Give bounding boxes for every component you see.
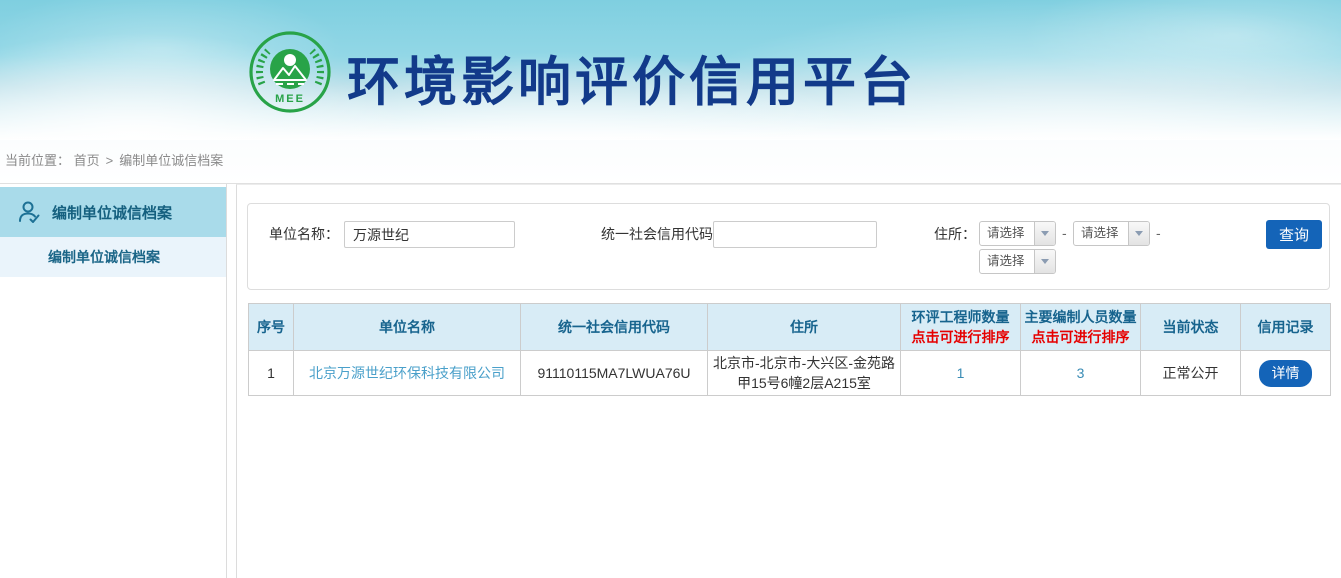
region-select-province[interactable]: 请选择 [979,221,1056,246]
table-header-row: 序号 单位名称 统一社会信用代码 住所 环评工程师数量 点击可进行排序 主要编制… [249,304,1331,351]
page-title: 环境影响评价信用平台 [347,40,917,116]
table-row: 1 北京万源世纪环保科技有限公司 91110115MA7LWUA76U 北京市-… [249,351,1331,396]
engineer-count-link[interactable]: 1 [957,365,965,381]
search-form: 单位名称： 统一社会信用代码： 住所： 请选择 - 请选择 - 请选择 查询 [247,203,1330,290]
company-name-link[interactable]: 北京万源世纪环保科技有限公司 [309,365,505,381]
sort-hint-text: 点击可进行排序 [901,327,1020,347]
dash-separator: - [1062,225,1067,241]
cell-unit-name: 北京万源世纪环保科技有限公司 [294,351,521,396]
sort-hint-text: 点击可进行排序 [1021,327,1140,347]
cell-index: 1 [249,351,294,396]
staff-count-link[interactable]: 3 [1077,365,1085,381]
header-unit-name: 单位名称 [294,304,521,351]
header-credit-record: 信用记录 [1241,304,1331,351]
header-engineer-count-sort[interactable]: 环评工程师数量 点击可进行排序 [901,304,1021,351]
page: MEE 环境影响评价信用平台 当前位置： 首页 > 编制单位诚信档案 编制单位诚信档… [0,0,1341,578]
mee-logo-icon: MEE [248,30,332,114]
svg-text:MEE: MEE [275,93,305,105]
query-button[interactable]: 查询 [1266,220,1322,249]
chevron-down-icon [1128,222,1149,245]
header-engineer-count-label: 环评工程师数量 [912,309,1010,325]
cell-credit-record: 详情 [1241,351,1331,396]
address-label: 住所： [934,220,976,248]
cell-credit-code: 91110115MA7LWUA76U [521,351,708,396]
header-staff-count-sort[interactable]: 主要编制人员数量 点击可进行排序 [1021,304,1141,351]
dash-separator: - [1156,225,1161,241]
breadcrumb-current: 编制单位诚信档案 [119,153,223,168]
cell-status: 正常公开 [1141,351,1241,396]
person-check-icon [16,199,42,225]
region-select-city[interactable]: 请选择 [1073,221,1150,246]
header-index: 序号 [249,304,294,351]
credit-code-input[interactable] [713,221,877,248]
breadcrumb-separator: > [106,153,114,168]
sidebar: 编制单位诚信档案 编制单位诚信档案 [0,184,227,578]
region-select-district[interactable]: 请选择 [979,249,1056,274]
unit-name-label: 单位名称： [269,220,339,248]
breadcrumb-prefix: 当前位置： [5,153,70,168]
cell-staff-count: 3 [1021,351,1141,396]
sidebar-item-label: 编制单位诚信档案 [52,202,172,223]
site-header: MEE 环境影响评价信用平台 [0,0,1341,140]
header-credit-code: 统一社会信用代码 [521,304,708,351]
unit-name-input[interactable] [344,221,515,248]
address-line-2: 甲15号6幢2层A215室 [708,373,900,393]
sidebar-subitem-credit-archive[interactable]: 编制单位诚信档案 [0,237,226,277]
chevron-down-icon [1034,250,1055,273]
sidebar-item-credit-archive[interactable]: 编制单位诚信档案 [0,187,226,237]
cell-engineer-count: 1 [901,351,1021,396]
breadcrumb-home-link[interactable]: 首页 [74,153,100,168]
chevron-down-icon [1034,222,1055,245]
sidebar-subitem-label: 编制单位诚信档案 [48,247,160,267]
credit-code-label: 统一社会信用代码： [601,220,727,248]
address-line-1: 北京市-北京市-大兴区-金苑路 [708,353,900,373]
region-select-city-value: 请选择 [1074,222,1128,245]
header-status: 当前状态 [1141,304,1241,351]
header-address: 住所 [708,304,901,351]
results-table: 序号 单位名称 统一社会信用代码 住所 环评工程师数量 点击可进行排序 主要编制… [248,303,1331,396]
detail-button[interactable]: 详情 [1259,360,1312,387]
breadcrumb: 当前位置： 首页 > 编制单位诚信档案 [0,140,1341,184]
region-select-district-value: 请选择 [980,250,1034,273]
region-select-province-value: 请选择 [980,222,1034,245]
header-staff-count-label: 主要编制人员数量 [1025,309,1137,325]
cell-address: 北京市-北京市-大兴区-金苑路 甲15号6幢2层A215室 [708,351,901,396]
